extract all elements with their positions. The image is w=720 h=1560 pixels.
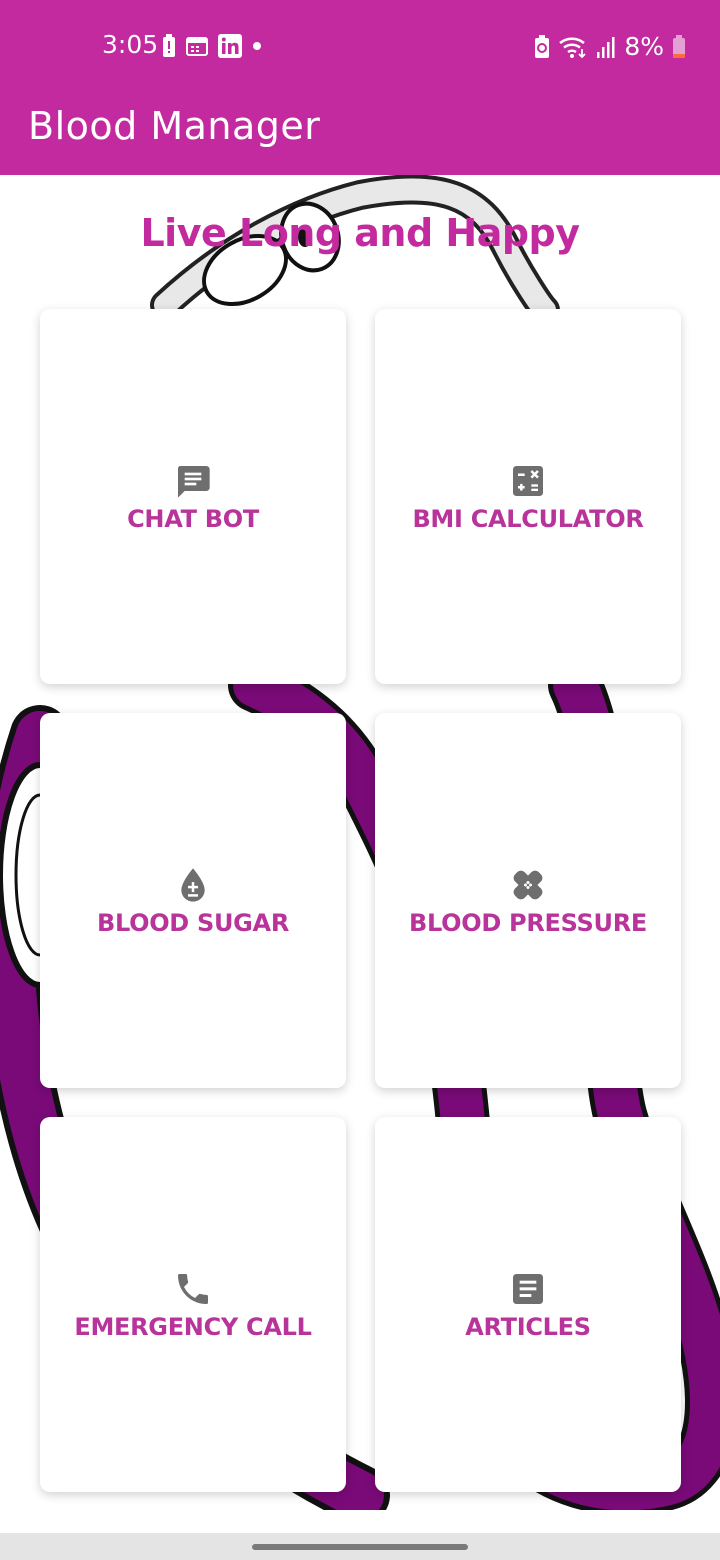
card-label: BLOOD SUGAR bbox=[96, 908, 290, 937]
phone-icon bbox=[178, 1273, 208, 1304]
battery-saver-icon bbox=[535, 34, 550, 58]
app-title: Blood Manager bbox=[28, 104, 321, 148]
card-label: BLOOD PRESSURE bbox=[409, 908, 647, 937]
tagline: Live Long and Happy bbox=[140, 211, 580, 255]
blood-sugar-card[interactable]: BLOOD SUGAR bbox=[40, 713, 346, 1088]
app-bar: Blood Manager bbox=[0, 92, 720, 175]
blood-pressure-card[interactable]: BLOOD PRESSURE bbox=[375, 713, 681, 1088]
battery-alert-icon bbox=[163, 34, 175, 57]
bandage-icon bbox=[513, 870, 543, 899]
status-left-icons bbox=[162, 34, 262, 58]
card-label: BMI CALCULATOR bbox=[412, 504, 644, 533]
emergency-call-card[interactable]: EMERGENCY CALL bbox=[40, 1117, 346, 1492]
card-label: EMERGENCY CALL bbox=[74, 1312, 312, 1341]
battery-icon bbox=[673, 34, 685, 58]
bmi-calculator-card[interactable]: BMI CALCULATOR bbox=[375, 309, 681, 684]
main-content: Live Long and Happy CHAT BOT BMI CALCULA… bbox=[0, 175, 720, 1510]
home-gesture-handle[interactable] bbox=[252, 1544, 468, 1550]
chat-icon bbox=[177, 465, 210, 498]
status-right-icons: 8% bbox=[534, 32, 686, 61]
chat-bot-card[interactable]: CHAT BOT bbox=[40, 309, 346, 684]
card-label: CHAT BOT bbox=[127, 504, 259, 533]
status-time: 3:05 bbox=[102, 30, 159, 59]
articles-card[interactable]: ARTICLES bbox=[375, 1117, 681, 1492]
calculator-icon bbox=[513, 465, 543, 496]
dot-icon bbox=[253, 42, 261, 50]
linkedin-icon bbox=[218, 34, 242, 58]
signal-icon bbox=[597, 36, 615, 58]
calendar-icon bbox=[186, 37, 208, 56]
card-label: ARTICLES bbox=[465, 1312, 591, 1341]
system-navigation-bar bbox=[0, 1533, 720, 1560]
battery-percent: 8% bbox=[624, 32, 664, 61]
wifi-icon bbox=[559, 36, 586, 58]
status-bar: 3:05 8% bbox=[0, 0, 720, 92]
article-icon bbox=[513, 1273, 543, 1304]
blood-drop-icon bbox=[181, 867, 205, 902]
